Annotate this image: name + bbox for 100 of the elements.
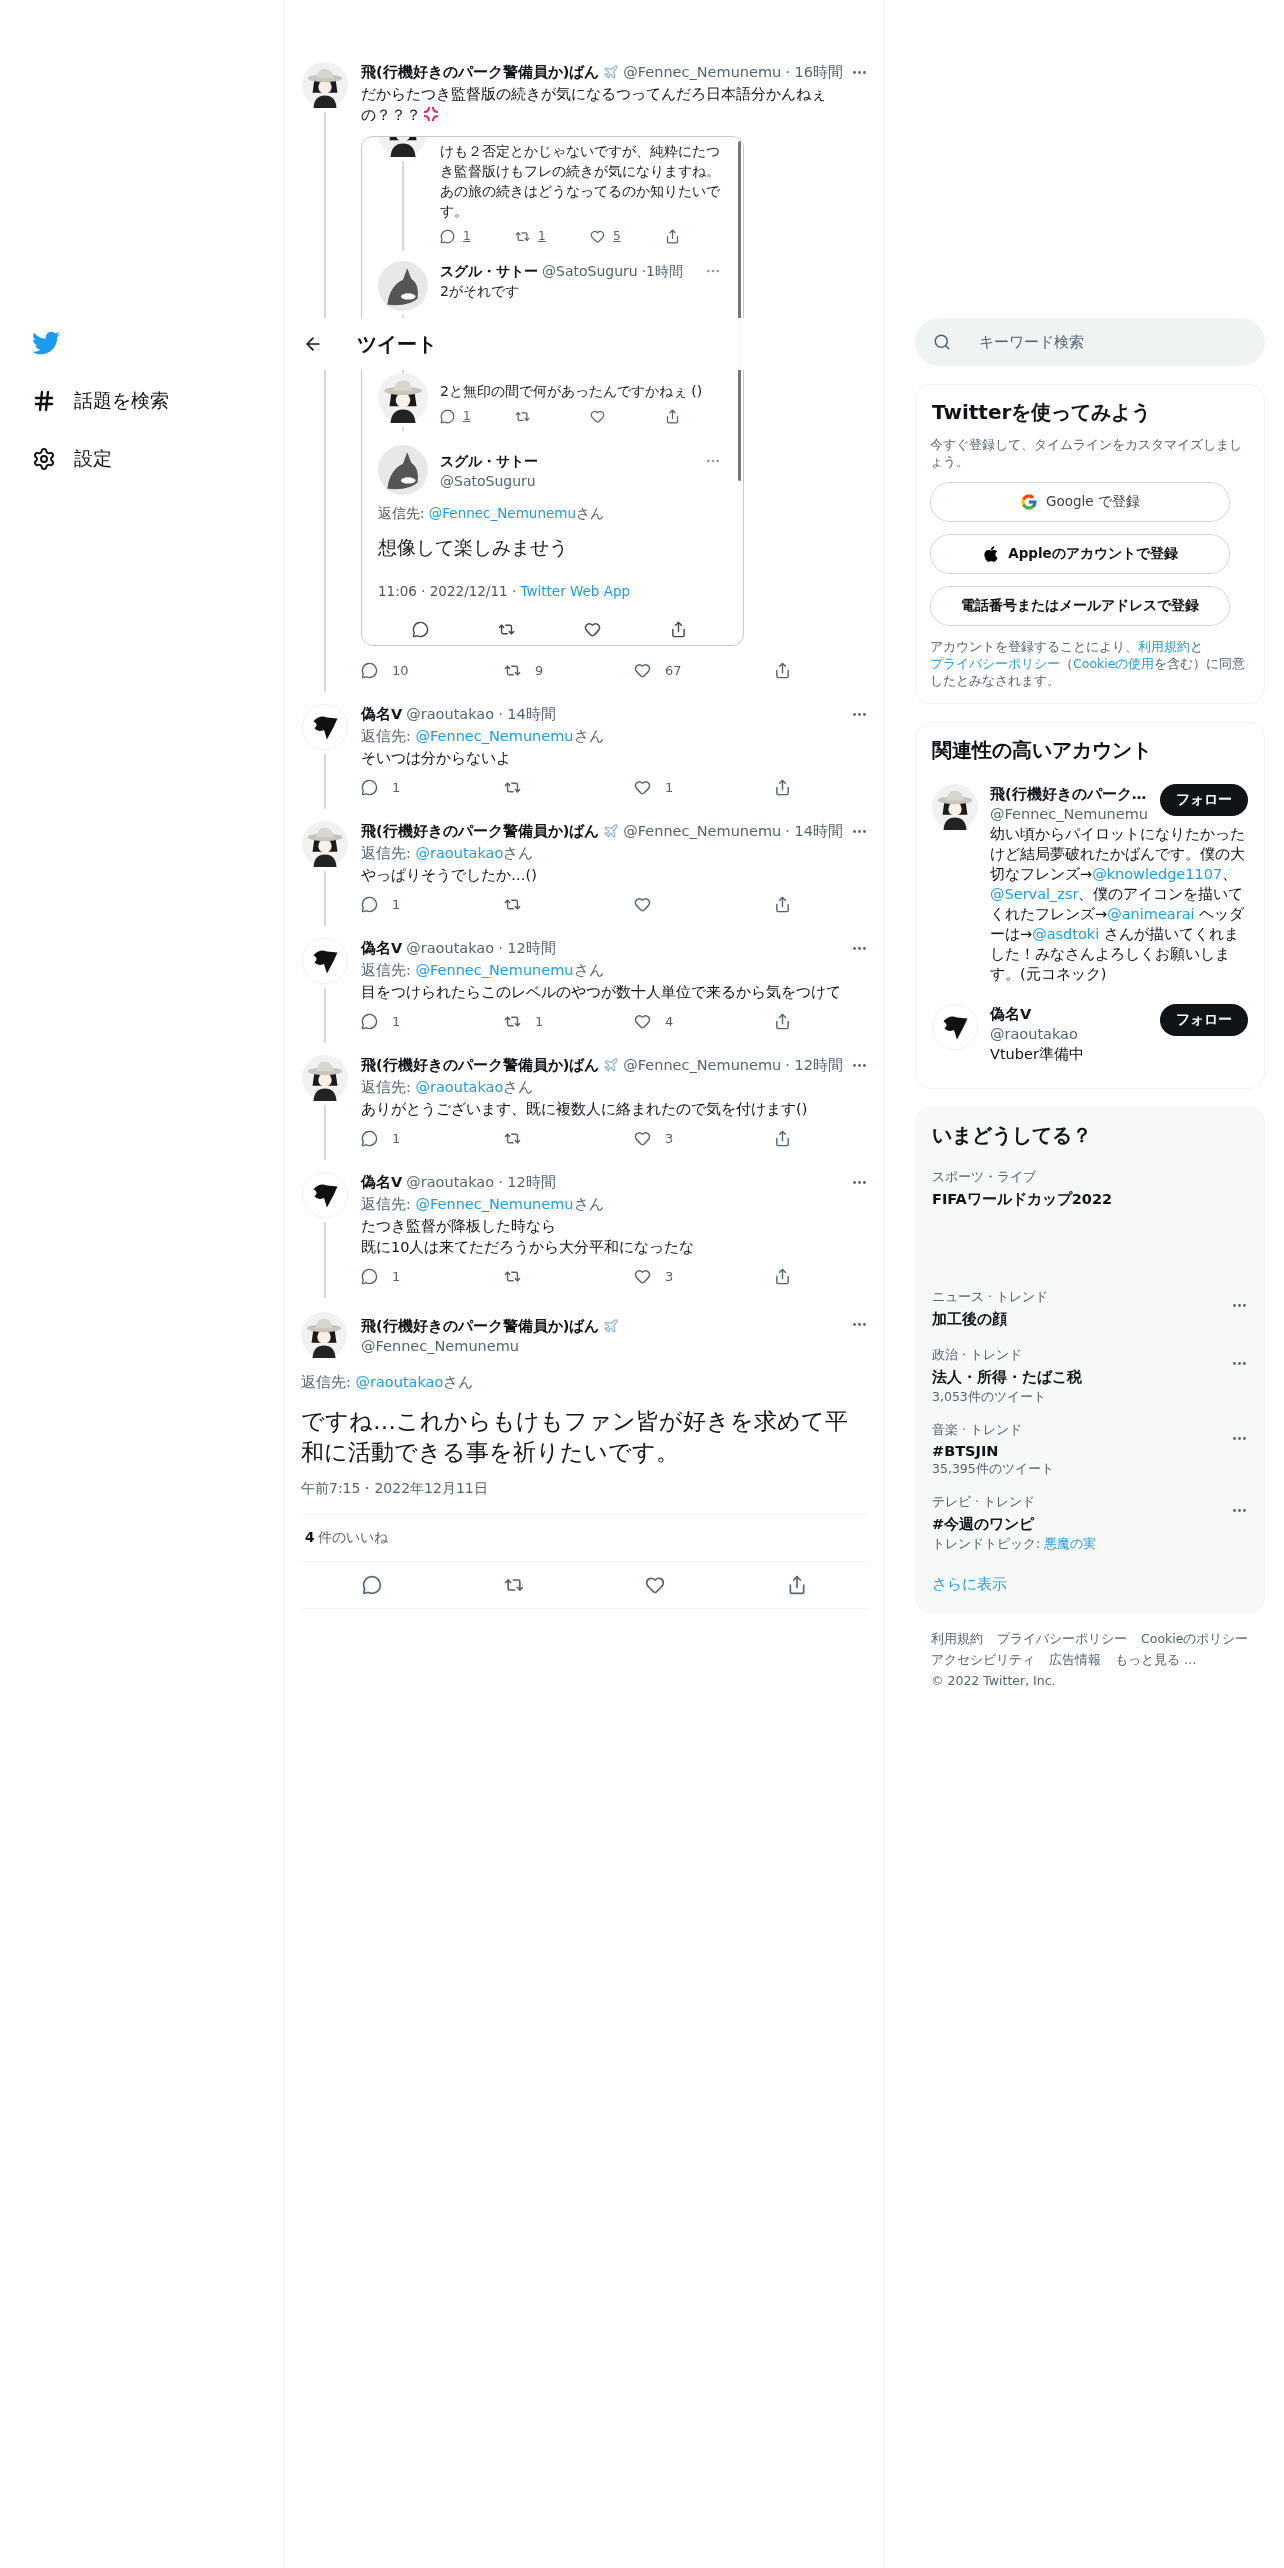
like-icon[interactable] <box>634 661 651 679</box>
trend-item[interactable]: 政治 · トレンド 法人・所得・たばこ税 3,053件のツイート <box>930 1337 1250 1412</box>
footer-link[interactable]: プライバシーポリシー <box>997 1631 1127 1648</box>
reply-icon[interactable] <box>361 1129 378 1147</box>
footer-link[interactable]: もっと見る … <box>1115 1652 1197 1669</box>
reply-icon[interactable] <box>440 228 455 244</box>
user-name: 飛(行機好きのパーク警備員か)ばん <box>361 1056 600 1075</box>
signup-button[interactable]: Google で登録 <box>930 482 1230 522</box>
avatar[interactable] <box>378 373 428 423</box>
user-name: スグル・サトー <box>440 262 538 281</box>
like-count: 3 <box>665 1130 674 1146</box>
reply-icon[interactable] <box>361 1267 378 1285</box>
reply-count: 10 <box>392 662 409 678</box>
like-icon[interactable] <box>634 778 651 796</box>
airplane-icon <box>603 1057 620 1073</box>
trend-category: 政治 · トレンド <box>932 1347 1023 1364</box>
like-icon[interactable] <box>634 1012 651 1030</box>
share-icon[interactable] <box>665 408 680 424</box>
legal-text: アカウントを登録することにより、利用規約 と プライバシーポリシー（Cookieの使用を含む）に同意したとみなされます。 <box>930 638 1247 689</box>
airplane-icon <box>603 1318 620 1334</box>
tweet-text: 既に10人は来てただろうから大分平和になったな <box>361 1238 696 1257</box>
tweet-count: 35,395件のツイート <box>932 1461 1055 1478</box>
tweet-text: たつき監督が降板した時なら <box>361 1217 557 1236</box>
trend-name: 法人・所得・たばこ税 <box>932 1368 1083 1387</box>
like-icon[interactable] <box>590 228 605 244</box>
avatar[interactable] <box>302 938 348 984</box>
like-icon[interactable] <box>645 1575 666 1595</box>
avatar[interactable] <box>378 445 428 495</box>
post-time: · 14時間 <box>785 822 843 841</box>
share-icon[interactable] <box>774 1267 791 1285</box>
avatar[interactable] <box>378 261 428 311</box>
like-icon[interactable] <box>634 1129 651 1147</box>
share-icon[interactable] <box>774 661 791 679</box>
avatar[interactable] <box>302 62 348 108</box>
follow-button[interactable]: フォロー <box>1160 784 1248 816</box>
nav-item[interactable]: 設定 <box>32 441 284 477</box>
google-icon <box>1020 493 1039 511</box>
trend-item[interactable]: テレビ · トレンド #今週のワンピ トレンドトピック: 悪魔の実 <box>930 1484 1250 1559</box>
tweet-text: だからたつき監督版の続きが気になるつってんだろ日本語分かんねぇの？？？ <box>361 85 827 125</box>
share-icon[interactable] <box>669 621 687 638</box>
trend-item[interactable]: ニュース · トレンド 加工後の顔 <box>930 1279 1250 1337</box>
user-name: 偽名V <box>361 939 403 958</box>
avatar[interactable] <box>301 1312 347 1358</box>
likes-label[interactable]: 件のいいね <box>318 1529 389 1547</box>
trend-item[interactable]: 音楽 · トレンド #BTSJIN 35,395件のツイート <box>930 1412 1250 1484</box>
post-time: · 12時間 <box>785 1056 843 1075</box>
tweet-text: 2がそれです <box>440 282 520 301</box>
share-icon[interactable] <box>665 228 680 244</box>
like-icon[interactable] <box>590 408 605 424</box>
reply-icon[interactable] <box>361 1575 382 1595</box>
user-name: 偽名V <box>361 1173 403 1192</box>
user-name[interactable]: 偽名V <box>990 1004 1032 1024</box>
share-icon[interactable] <box>774 1129 791 1147</box>
trend-name: FIFAワールドカップ2022 <box>932 1190 1114 1209</box>
like-count: 67 <box>665 662 682 678</box>
nav-item[interactable]: 話題を検索 <box>32 383 284 419</box>
user-handle: @raoutakao <box>406 1173 495 1192</box>
like-icon[interactable] <box>634 1267 651 1285</box>
user-handle: @Fennec_Nemunemu <box>990 805 1148 824</box>
avatar[interactable] <box>932 784 978 830</box>
search-input[interactable]: キーワード検索 <box>977 333 1247 351</box>
like-icon[interactable] <box>583 621 601 638</box>
search-field[interactable]: キーワード検索 <box>915 318 1265 366</box>
trend-item[interactable]: スポーツ・ライブ FIFAワールドカップ2022 <box>930 1159 1250 1279</box>
reply-icon[interactable] <box>361 661 378 679</box>
like-count: 5 <box>613 229 621 243</box>
footer-link[interactable]: Cookieのポリシー <box>1141 1631 1249 1648</box>
reply-icon[interactable] <box>361 778 378 796</box>
user-name: 飛(行機好きのパーク警備員か)ばん <box>361 1317 600 1336</box>
like-icon[interactable] <box>634 895 651 913</box>
trend-topic: トレンドトピック: 悪魔の実 <box>932 1536 1098 1553</box>
footer-link[interactable]: 広告情報 <box>1049 1652 1101 1669</box>
avatar[interactable] <box>302 1055 348 1101</box>
avatar[interactable] <box>932 1004 978 1050</box>
share-icon[interactable] <box>774 778 791 796</box>
twitter-logo-icon[interactable] <box>32 329 60 357</box>
footer-link[interactable]: 利用規約 <box>931 1631 983 1648</box>
airplane-icon <box>603 823 620 839</box>
footer-link[interactable]: アクセシビリティ <box>931 1652 1035 1669</box>
share-icon[interactable] <box>774 1012 791 1030</box>
signup-button[interactable]: 電話番号またはメールアドレスで登録 <box>930 586 1230 626</box>
reply-to-line: 返信先: @Fennec_Nemunemu さん <box>361 961 605 980</box>
likes-count[interactable]: 4 <box>305 1529 315 1547</box>
trend-name: #今週のワンピ <box>932 1515 1036 1534</box>
signup-button[interactable]: Appleのアカウントで登録 <box>930 534 1230 574</box>
share-icon[interactable] <box>787 1575 808 1595</box>
card-title: 関連性の高いアカウント <box>932 737 1153 764</box>
user-name[interactable]: 飛(行機好きのパーク… <box>990 784 1147 804</box>
retweet-count: 9 <box>535 662 544 678</box>
avatar[interactable] <box>302 704 348 750</box>
reply-icon[interactable] <box>361 1012 378 1030</box>
post-time: · 16時間 <box>785 63 843 82</box>
reply-icon[interactable] <box>361 895 378 913</box>
reply-icon[interactable] <box>412 621 430 638</box>
avatar[interactable] <box>302 1172 348 1218</box>
share-icon[interactable] <box>774 895 791 913</box>
avatar[interactable] <box>302 821 348 867</box>
reply-icon[interactable] <box>440 408 455 424</box>
follow-button[interactable]: フォロー <box>1160 1004 1248 1036</box>
user-name: スグル・サトー <box>440 452 538 471</box>
